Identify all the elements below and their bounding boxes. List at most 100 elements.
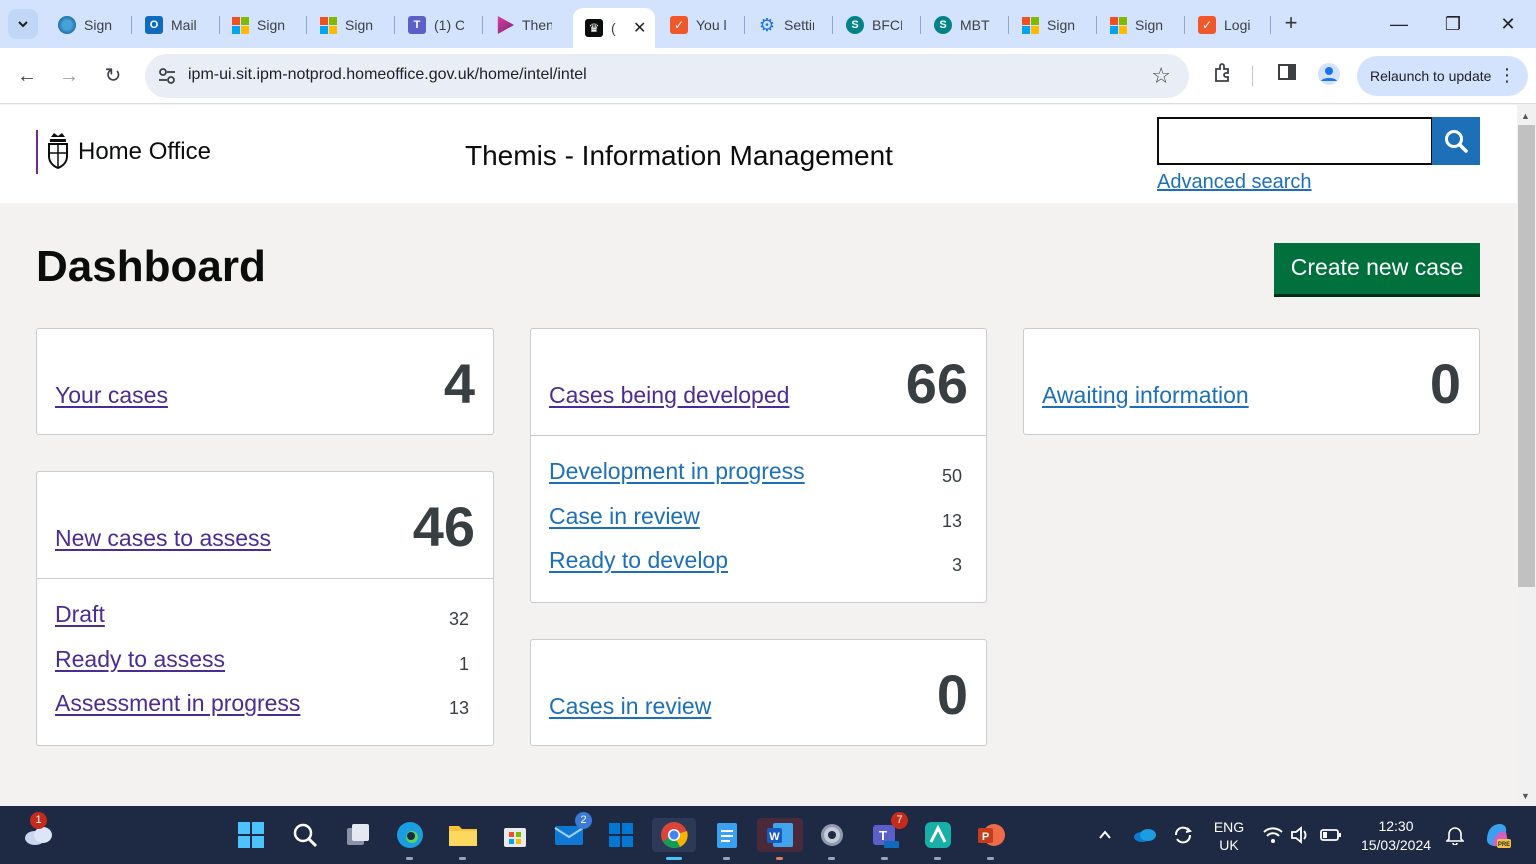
settings-taskbar-button[interactable] [815,818,849,860]
running-indicator [776,857,783,860]
battery-button[interactable] [1316,818,1346,852]
remote-app-button[interactable] [921,818,955,860]
cases-being-developed-link[interactable]: Cases being developed [549,382,789,409]
browser-tab-6[interactable]: Then [484,8,570,42]
close-window-button[interactable]: ✕ [1493,10,1523,38]
file-explorer-button[interactable] [446,818,480,860]
search-taskbar-button[interactable] [288,818,322,852]
development-in-progress-link[interactable]: Development in progress [549,458,805,485]
browser-tab-4[interactable]: Sign [308,8,394,42]
checkmark-app-icon: ✓ [1198,16,1216,34]
url-text[interactable]: ipm-ui.sit.ipm-notprod.homeoffice.gov.uk… [188,66,587,84]
notifications-button[interactable] [1440,818,1470,852]
profile-button[interactable] [1315,62,1343,90]
arrow-right-icon: → [59,65,79,87]
running-indicator [934,857,941,860]
scrollbar-thumb[interactable] [1518,125,1535,587]
ready-to-assess-count: 1 [458,653,469,674]
teams-taskbar-button[interactable]: T 7 [868,812,908,860]
browser-tab-12[interactable]: Sign [1010,8,1096,42]
copilot-button[interactable]: PRE [1480,818,1514,852]
wifi-button[interactable] [1258,818,1288,852]
volume-button[interactable] [1286,818,1316,852]
bookmark-star-icon[interactable]: ☆ [1151,63,1171,89]
svg-text:W: W [769,831,780,843]
browser-tab-9[interactable]: ⚙ Settir [746,8,832,42]
powerpoint-icon: P [978,824,1005,846]
tab-separator [1184,16,1185,34]
home-office-logo[interactable]: Home Office [36,130,211,174]
forward-button[interactable]: → [55,62,83,90]
search-button[interactable] [1432,117,1480,165]
your-cases-link[interactable]: Your cases [55,382,168,409]
scroll-down-icon[interactable]: ▼ [1521,791,1530,801]
task-view-button[interactable] [341,818,375,852]
edge-taskbar-button[interactable] [393,818,427,860]
browser-tab-2[interactable]: O Mail [133,8,219,42]
store-button[interactable] [498,818,532,852]
browser-tab-10[interactable]: S BFCN [834,8,920,42]
browser-tab-14[interactable]: ✓ Logi [1186,8,1272,42]
cases-in-review-link[interactable]: Cases in review [549,693,711,720]
draft-link[interactable]: Draft [55,601,105,628]
input-language-indicator[interactable]: ENG UK [1208,818,1250,854]
tab-separator [832,16,833,34]
browser-tab-3[interactable]: Sign [220,8,306,42]
page-scrollbar[interactable]: ▲ ▼ [1517,105,1536,806]
tab-search-button[interactable] [8,9,38,39]
ready-to-assess-link[interactable]: Ready to assess [55,646,225,673]
weather-widget[interactable]: 1 [22,812,56,852]
clock[interactable]: 12:30 15/03/2024 [1356,817,1436,855]
mail-taskbar-button[interactable]: 2 [552,812,592,852]
site-settings-icon[interactable] [157,66,177,86]
relaunch-to-update-button[interactable]: Relaunch to update ⋮ [1357,56,1528,96]
folder-icon [449,826,477,846]
browser-tab-8[interactable]: ✓ You l [658,8,744,42]
bell-icon [1446,827,1464,845]
sync-button[interactable] [1168,818,1198,852]
arrow-left-icon: ← [17,65,37,87]
side-panel-button[interactable] [1273,62,1301,90]
onedrive-button[interactable] [1130,818,1160,852]
show-hidden-icons-button[interactable] [1090,818,1120,852]
home-office-crest-icon: ♛ [585,19,603,37]
restore-button[interactable]: ❐ [1438,10,1468,38]
browser-tab-11[interactable]: S MBTI [922,8,1008,42]
new-tab-button[interactable]: + [1279,12,1303,36]
browser-tab-5[interactable]: T (1) C [396,8,482,42]
extensions-button[interactable] [1209,62,1237,90]
browser-tab-active[interactable]: ♛ ( ✕ [573,8,655,48]
puzzle-icon [1215,63,1229,82]
assessment-in-progress-count: 13 [448,698,469,718]
case-in-review-link[interactable]: Case in review [549,503,700,530]
powerpoint-taskbar-button[interactable]: P [974,818,1008,860]
notepad-button[interactable] [710,818,744,860]
reload-button[interactable]: ↻ [99,62,127,90]
tab-separator [482,16,483,34]
minimize-button[interactable]: — [1384,10,1414,38]
new-cases-link[interactable]: New cases to assess [55,525,271,552]
browser-tab-1[interactable]: Sign [46,8,132,42]
chrome-taskbar-button[interactable] [652,818,696,860]
more-options-icon[interactable]: ⋮ [1498,65,1516,85]
microsoft-icon [320,16,337,34]
apps-button[interactable] [604,818,638,852]
awaiting-information-link[interactable]: Awaiting information [1042,382,1249,409]
card-summary: Cases in review 0 [531,640,986,746]
back-button[interactable]: ← [13,62,41,90]
word-taskbar-button[interactable]: W [757,818,803,860]
assessment-in-progress-link[interactable]: Assessment in progress [55,690,300,717]
start-button[interactable] [234,818,268,852]
create-new-case-button[interactable]: Create new case [1274,243,1480,294]
royal-crest-icon [48,133,68,170]
ready-to-develop-link[interactable]: Ready to develop [549,547,728,574]
sync-icon [1175,826,1192,844]
close-tab-icon[interactable]: ✕ [633,18,646,38]
address-bar[interactable]: ipm-ui.sit.ipm-notprod.homeoffice.gov.uk… [145,54,1189,98]
search-input[interactable] [1157,117,1433,165]
scroll-up-icon[interactable]: ▲ [1521,111,1530,121]
weather-badge: 1 [30,812,47,829]
reload-icon: ↻ [104,65,122,87]
advanced-search-link[interactable]: Advanced search [1157,171,1312,194]
browser-tab-13[interactable]: Sign [1098,8,1184,42]
